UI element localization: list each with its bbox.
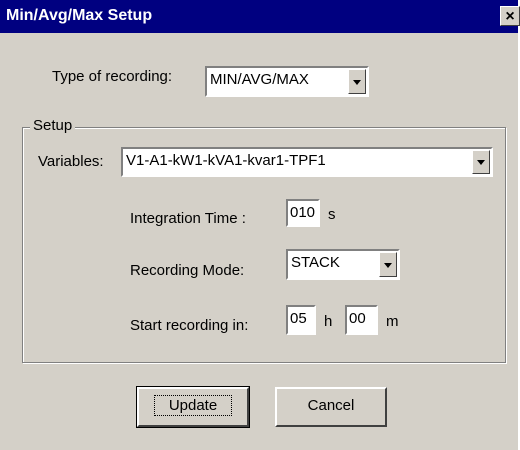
start-recording-label: Start recording in: [130, 317, 249, 334]
integration-time-unit: s [328, 206, 336, 223]
close-button[interactable]: × [500, 6, 520, 26]
min-avg-max-setup-dialog: Min/Avg/Max Setup × Type of recording: M… [0, 0, 520, 450]
chevron-down-icon[interactable] [348, 69, 366, 94]
chevron-down-icon[interactable] [472, 150, 490, 174]
start-hours-input[interactable]: 05 [286, 305, 316, 335]
dialog-title: Min/Avg/Max Setup [6, 7, 153, 24]
variables-select[interactable]: V1-A1-kW1-kVA1-kvar1-TPF1 [121, 147, 493, 177]
close-icon: × [505, 8, 515, 25]
title-bar: Min/Avg/Max Setup × [0, 0, 520, 33]
update-button[interactable]: Update [136, 386, 250, 428]
integration-time-input[interactable]: 010 [286, 199, 320, 227]
setup-group-legend: Setup [30, 117, 76, 134]
type-of-recording-label: Type of recording: [52, 68, 173, 85]
integration-time-label: Integration Time : [130, 210, 246, 227]
recording-mode-label: Recording Mode: [130, 262, 245, 279]
chevron-down-icon[interactable] [379, 252, 397, 277]
type-of-recording-select[interactable]: MIN/AVG/MAX [205, 66, 369, 97]
minutes-unit: m [386, 313, 399, 330]
recording-mode-select[interactable]: STACK [286, 249, 400, 280]
cancel-button[interactable]: Cancel [275, 387, 387, 427]
recording-mode-value: STACK [291, 254, 340, 271]
variables-value: V1-A1-kW1-kVA1-kvar1-TPF1 [126, 152, 326, 169]
hours-unit: h [324, 313, 333, 330]
update-button-label: Update [153, 395, 233, 416]
cancel-button-label: Cancel [307, 397, 355, 414]
type-of-recording-value: MIN/AVG/MAX [210, 71, 309, 88]
variables-label: Variables: [38, 153, 104, 170]
start-minutes-input[interactable]: 00 [345, 305, 378, 335]
